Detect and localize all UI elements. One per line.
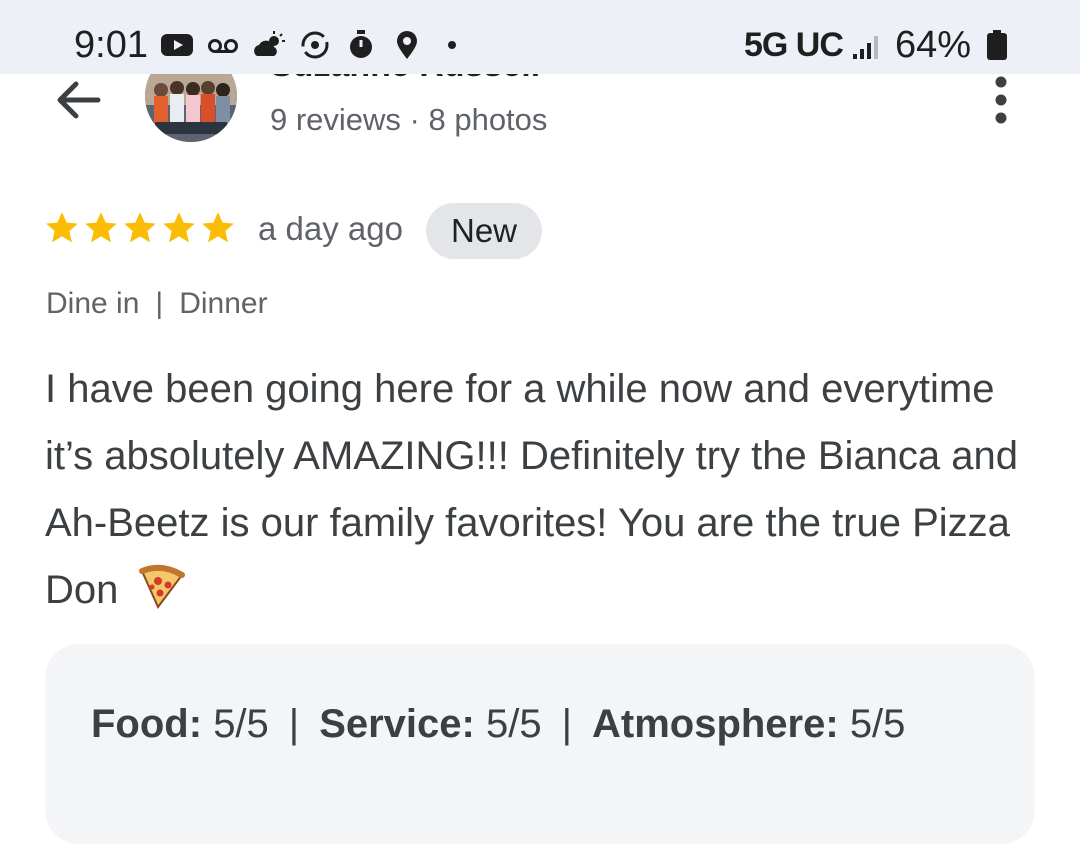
new-badge: New (426, 203, 542, 259)
service-type: Dine in (46, 287, 140, 320)
ratings-breakdown: Food: 5/5 | Service: 5/5 | Atmosphere: 5/5 (91, 702, 905, 747)
back-arrow-icon[interactable] (50, 72, 106, 128)
status-bar: 9:01 5G UC 64% (0, 0, 1080, 74)
youtube-icon (161, 34, 193, 56)
star-icon (163, 212, 195, 243)
food-label: Food: (91, 702, 203, 746)
sync-icon (301, 31, 329, 59)
star-icon (85, 212, 117, 243)
weather-icon (254, 31, 285, 56)
star-icon (124, 212, 156, 243)
food-value: 5/5 (213, 702, 269, 746)
status-time: 9:01 (74, 24, 148, 66)
battery-icon (987, 30, 1007, 60)
location-icon (397, 31, 417, 59)
battery-percent: 64% (895, 24, 972, 66)
service-label: Service: (319, 702, 475, 746)
network-label: 5G UC (744, 26, 844, 64)
more-options-icon[interactable] (985, 74, 1017, 126)
meal-type: Dinner (179, 287, 268, 320)
voicemail-icon (208, 39, 238, 53)
review-text: I have been going here for a while now a… (45, 367, 1019, 612)
star-icon (202, 212, 234, 243)
atmosphere-value: 5/5 (849, 702, 906, 746)
star-rating (44, 210, 236, 246)
status-icons (160, 24, 456, 66)
star-icon (46, 212, 78, 243)
service-value: 5/5 (485, 702, 542, 746)
separator: | (561, 702, 572, 746)
review-time: a day ago (258, 210, 403, 247)
separator: | (288, 702, 300, 746)
atmosphere-label: Atmosphere: (591, 702, 839, 746)
signal-icon (853, 36, 878, 59)
visit-details: Dine in | Dinner (46, 287, 268, 321)
review-text-block: I have been going here for a while now a… (45, 356, 1045, 624)
pizza-icon (138, 564, 185, 609)
separator: | (155, 287, 164, 320)
timer-icon (350, 30, 372, 58)
reviewer-meta: 9 reviews · 8 photos (270, 102, 548, 137)
ratings-card: Food: 5/5 | Service: 5/5 | Atmosphere: 5/5 (45, 644, 1035, 844)
dot-icon (448, 41, 456, 49)
